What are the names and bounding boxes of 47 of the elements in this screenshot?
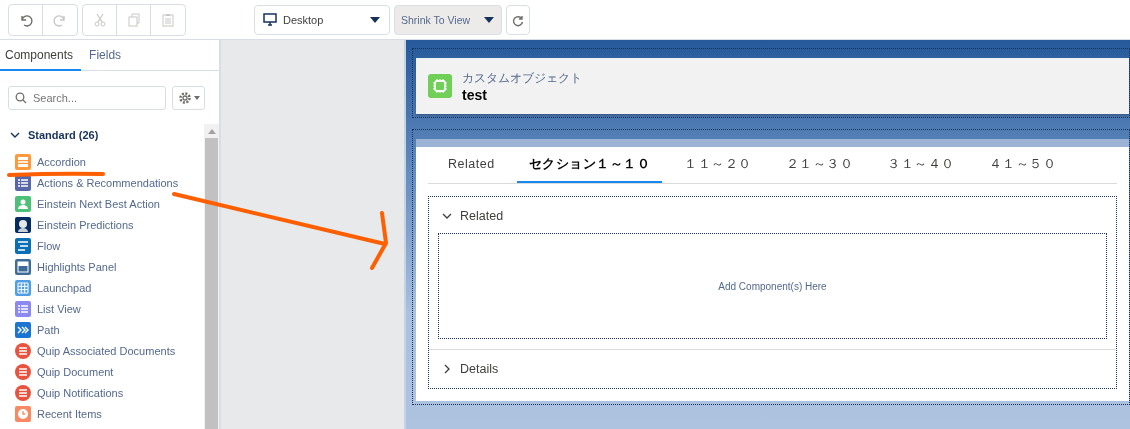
settings-button[interactable] [172,86,205,110]
search-icon [15,92,27,104]
monitor-icon [263,12,277,27]
component-item[interactable]: Quip Notifications [10,382,204,403]
caret-icon [483,15,495,24]
section-header[interactable]: Details [438,350,503,388]
settings-icon [177,91,192,105]
record-tab[interactable]: セクション１～１０ [516,147,663,183]
chevron-icon [442,364,452,374]
caret-icon [369,15,381,24]
chip-icon [428,74,452,98]
scissors-icon [91,11,108,28]
object-type: カスタムオブジェクト [462,69,582,87]
component-item[interactable]: Recent Items [10,403,204,424]
component-item[interactable]: Highlights Panel [10,256,204,277]
caret-icon [193,96,200,100]
drop-hint: Add Component(s) Here [718,280,827,292]
chevron-icon [442,211,452,221]
chevron-icon [10,130,20,140]
device-dropdown[interactable]: Desktop [254,4,390,35]
refresh-button[interactable] [506,4,530,35]
zoom-dropdown[interactable]: Shrink To View [394,4,502,35]
record-tab[interactable]: Related [436,147,507,183]
search-field[interactable]: Search... [8,86,166,110]
component-item[interactable]: Einstein Next Best Action [10,193,204,214]
record-tab[interactable]: ４１～５０ [976,147,1069,183]
up-arrow-icon [207,128,216,134]
section-header[interactable]: Standard (26) [10,124,99,146]
section-header[interactable]: Related [438,197,508,235]
component-item[interactable]: List View [10,298,204,319]
record-name: test [462,86,488,103]
record-tab[interactable]: ３１～４０ [875,147,967,183]
record-tab[interactable]: ２１～３０ [773,147,866,183]
component-item[interactable]: Actions & Recommendations [10,172,204,193]
record-tab[interactable]: １１～２０ [672,147,764,183]
component-item[interactable]: Einstein Predictions [10,214,204,235]
copy-icon [125,11,142,28]
component-item[interactable]: Flow [10,235,204,256]
scrollbar[interactable] [204,124,219,429]
component-item[interactable]: Launchpad [10,277,204,298]
component-item[interactable]: Quip Associated Documents [10,340,204,361]
panel-tab[interactable]: Components [0,40,82,71]
panel-tab[interactable]: Fields [81,40,130,71]
clipboard-icon [160,11,176,28]
component-item[interactable]: Quip Document [10,361,204,382]
component-item[interactable]: Accordion [10,151,204,172]
component-item[interactable]: Path [10,319,204,340]
